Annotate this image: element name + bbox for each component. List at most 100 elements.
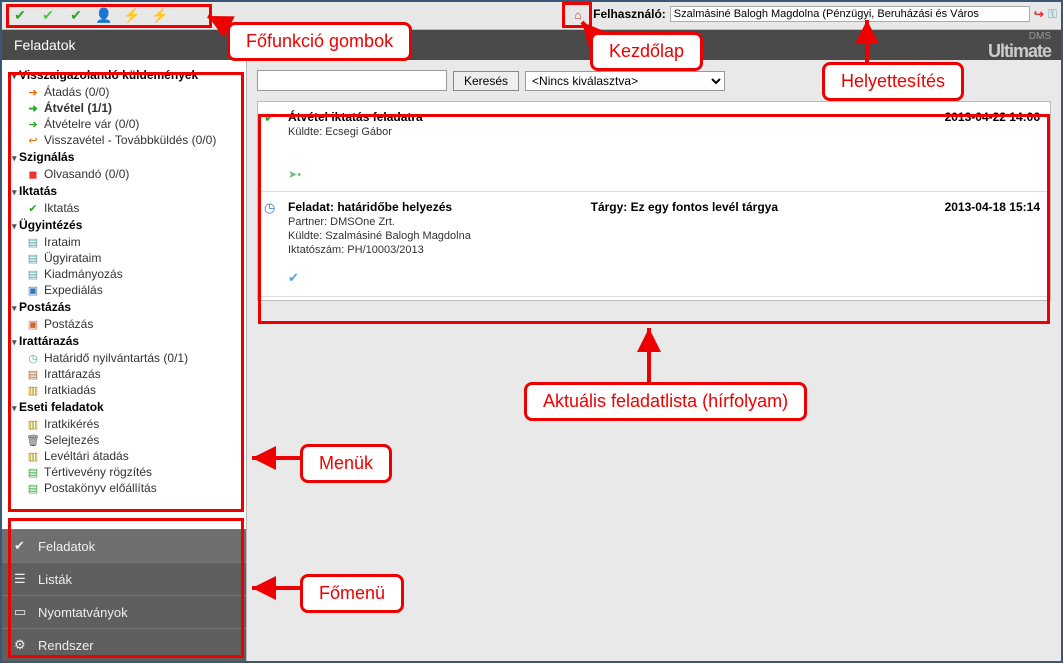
system-icon: ⚙	[14, 637, 30, 653]
tree-section[interactable]: Eseti feladatok	[6, 398, 242, 416]
brand: DMS Ultimate	[988, 32, 1051, 60]
page-title: Feladatok	[14, 37, 75, 53]
tree-item[interactable]: ▤Postakönyv előállítás	[6, 480, 242, 496]
tree-section[interactable]: Szignálás	[6, 148, 242, 166]
page-header: Feladatok DMS Ultimate	[2, 30, 1061, 60]
clock-blue-icon: ◷	[264, 200, 275, 216]
archive-icon: ▤	[26, 368, 40, 381]
tree-item[interactable]: ▥Levéltári átadás	[6, 448, 242, 464]
mainmenu-nyomtatvanyok[interactable]: ▭Nyomtatványok	[2, 595, 246, 628]
tree-item[interactable]: ◷Határidő nyilvántartás (0/1)	[6, 350, 242, 366]
tree-item[interactable]: ▤Tértivevény rögzítés	[6, 464, 242, 480]
tree-item[interactable]: ↩Visszavétel - Továbbküldés (0/0)	[6, 132, 242, 148]
tree-item[interactable]: ▤Ügyirataim	[6, 250, 242, 266]
check-icon: ✔	[26, 202, 40, 215]
tree-section[interactable]: Postázás	[6, 298, 242, 316]
box-icon: ▣	[26, 318, 40, 331]
mainmenu-feladatok[interactable]: ✔Feladatok	[2, 529, 246, 562]
annotation-callout: Helyettesítés	[822, 62, 964, 101]
print-icon: ▭	[14, 604, 30, 620]
bolt-orange-icon[interactable]: ⚡	[124, 8, 140, 24]
mail-icon: ◼	[26, 168, 40, 181]
list-icon: ☰	[14, 571, 30, 587]
mainmenu-rendszer[interactable]: ⚙Rendszer	[2, 628, 246, 661]
tree-item[interactable]: ➜Átadás (0/0)	[6, 84, 242, 100]
annotation-callout: Menük	[300, 444, 392, 483]
mainmenu-listak[interactable]: ☰Listák	[2, 562, 246, 595]
annotation-callout: Főfunkció gombok	[227, 22, 412, 61]
annotation-callout: Főmenü	[300, 574, 404, 613]
doc-icon: ▤	[26, 268, 40, 281]
tree-item[interactable]: 🗑Selejtezés	[6, 432, 242, 448]
arrow-icon: ↩	[26, 134, 40, 147]
user-area: Felhasználó: ↪ ⚿	[593, 6, 1057, 22]
feed-list: ✔ Átvétel iktatás feladatra 2013-04-22 1…	[257, 101, 1051, 301]
feed-iktsz: Iktatószám: PH/10003/2013	[288, 244, 1040, 256]
tree-item[interactable]: ▤Kiadmányozás	[6, 266, 242, 282]
forward-icon[interactable]: ➤•	[288, 168, 1040, 181]
feed-timestamp: 2013-04-18 15:14	[945, 200, 1040, 214]
tree-menu: Visszaigazolandó küldemények ➜Átadás (0/…	[2, 60, 246, 529]
tree-item[interactable]: ▤Irattárazás	[6, 366, 242, 382]
logout-icon[interactable]: ↪	[1034, 7, 1044, 21]
ok-circle-icon[interactable]: ✔	[288, 270, 1040, 286]
user-icon[interactable]: 👤	[96, 8, 112, 24]
clock-icon: ◷	[26, 352, 40, 365]
tree-section[interactable]: Iktatás	[6, 182, 242, 200]
key-icon[interactable]: ⚿	[1048, 7, 1057, 22]
out-icon: ▣	[26, 284, 40, 297]
annotation-callout: Kezdőlap	[590, 32, 703, 71]
tree-item[interactable]: ▥Iratkiadás	[6, 382, 242, 398]
book-icon: ▤	[26, 482, 40, 495]
doc-icon: ▥	[26, 418, 40, 431]
tree-item[interactable]: ▣Expediálás	[6, 282, 242, 298]
trash-icon: 🗑	[26, 434, 40, 447]
feed-sender: Küldte: Ecsegi Gábor	[288, 126, 1040, 138]
tree-item[interactable]: ▣Postázás	[6, 316, 242, 332]
tree-item[interactable]: ✔Iktatás	[6, 200, 242, 216]
toolbar: ✔ ✔ ✔ 👤 ⚡ ⚡ ⌂ Felhasználó: ↪ ⚿	[2, 2, 1061, 30]
doc-out-icon: ▥	[26, 384, 40, 397]
doc-icon: ▤	[26, 252, 40, 265]
brand-big: Ultimate	[988, 42, 1051, 60]
search-button[interactable]: Keresés	[453, 71, 519, 91]
feed-timestamp: 2013-04-22 14:06	[945, 110, 1040, 124]
archive-icon: ▥	[26, 450, 40, 463]
toolbar-icon-group: ✔ ✔ ✔ 👤 ⚡ ⚡	[6, 6, 174, 26]
tree-section[interactable]: Visszaigazolandó küldemények	[6, 66, 242, 84]
check-icon: ✔	[14, 538, 30, 554]
user-field[interactable]	[670, 6, 1030, 22]
feed-item[interactable]: ✔ Átvétel iktatás feladatra 2013-04-22 1…	[258, 102, 1050, 192]
feed-sender: Küldte: Szalmásiné Balogh Magdolna	[288, 230, 1040, 242]
feed-title: Feladat: határidőbe helyezés	[288, 200, 452, 214]
doc-icon: ▤	[26, 236, 40, 249]
arrow-right-green-icon: ➜	[26, 102, 40, 115]
tree-item[interactable]: ➜Átvétel (1/1)	[6, 100, 242, 116]
clock-icon: ➜	[26, 118, 40, 131]
search-input[interactable]	[257, 70, 447, 91]
tree-section[interactable]: Irattárazás	[6, 332, 242, 350]
check-green-icon[interactable]: ✔	[12, 8, 28, 24]
tree-item[interactable]: ◼Olvasandó (0/0)	[6, 166, 242, 182]
check-green-icon: ✔	[264, 110, 275, 126]
feed-subject: Tárgy: Ez egy fontos levél tárgya	[591, 200, 778, 214]
feed-title: Átvétel iktatás feladatra	[288, 110, 423, 124]
tree-item[interactable]: ▤Irataim	[6, 234, 242, 250]
filter-select[interactable]: <Nincs kiválasztva>	[525, 71, 725, 91]
arrow-right-icon: ➜	[26, 86, 40, 99]
feed-item[interactable]: ◷ Feladat: határidőbe helyezés Tárgy: Ez…	[258, 192, 1050, 297]
user-label: Felhasználó:	[593, 7, 666, 21]
tree-section[interactable]: Ügyintézés	[6, 216, 242, 234]
tree-item[interactable]: ▥Iratkikérés	[6, 416, 242, 432]
annotation-callout: Aktuális feladatlista (hírfolyam)	[524, 382, 807, 421]
tree-item[interactable]: ➜Átvételre vár (0/0)	[6, 116, 242, 132]
sidebar: Visszaigazolandó küldemények ➜Átadás (0/…	[2, 60, 247, 661]
content-area: Keresés <Nincs kiválasztva> ✔ Átvétel ik…	[247, 60, 1061, 661]
home-icon: ⌂	[574, 8, 581, 22]
check-green3-icon[interactable]: ✔	[68, 8, 84, 24]
bolt-orange2-icon[interactable]: ⚡	[152, 8, 168, 24]
home-button[interactable]: ⌂	[567, 5, 589, 25]
check-green2-icon[interactable]: ✔	[40, 8, 56, 24]
main-menu: ✔Feladatok ☰Listák ▭Nyomtatványok ⚙Rends…	[2, 529, 246, 661]
feed-partner: Partner: DMSOne Zrt.	[288, 216, 1040, 228]
